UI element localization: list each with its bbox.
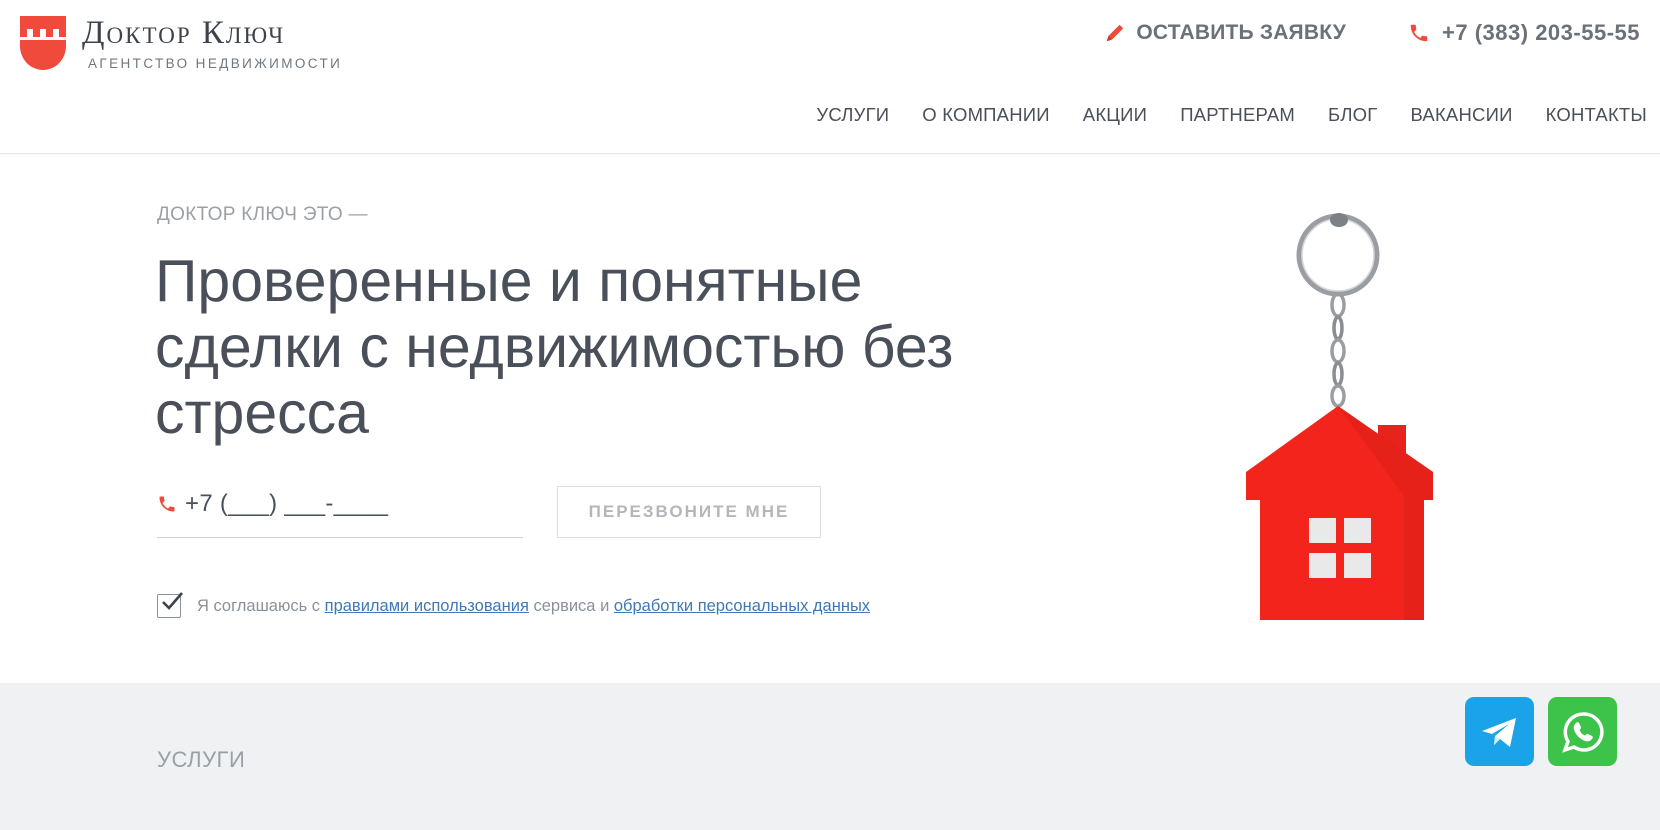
checkmark-icon <box>162 592 183 610</box>
consent-prefix: Я соглашаюсь с <box>197 596 325 615</box>
logo-link[interactable]: Доктор Ключ АГЕНТСТВО НЕДВИЖИМОСТИ <box>20 16 342 71</box>
hero-kicker: ДОКТОР КЛЮЧ ЭТО — <box>157 204 368 225</box>
nav-item-blog[interactable]: БЛОГ <box>1328 104 1378 126</box>
nav-item-vacancies[interactable]: ВАКАНСИИ <box>1410 104 1512 126</box>
header-phone-number: +7 (383) 203-55-55 <box>1442 20 1640 45</box>
header-phone-link[interactable]: +7 (383) 203-55-55 <box>1408 20 1640 46</box>
whatsapp-icon <box>1561 711 1604 753</box>
nav-item-services[interactable]: УСЛУГИ <box>816 104 889 126</box>
callback-button[interactable]: ПЕРЕЗВОНИТЕ МНЕ <box>557 486 821 538</box>
site-header: Доктор Ключ АГЕНТСТВО НЕДВИЖИМОСТИ ОСТАВ… <box>0 0 1660 154</box>
telegram-icon <box>1481 717 1516 747</box>
callback-phone-field <box>157 490 523 538</box>
whatsapp-button[interactable] <box>1548 697 1617 766</box>
pencil-icon <box>1107 24 1124 42</box>
header-actions: ОСТАВИТЬ ЗАЯВКУ +7 (383) 203-55-55 <box>1104 16 1640 50</box>
nav-item-about[interactable]: О КОМПАНИИ <box>922 104 1050 126</box>
leave-request-label: ОСТАВИТЬ ЗАЯВКУ <box>1136 21 1347 44</box>
terms-link[interactable]: правилами использования <box>325 597 529 616</box>
house-keychain-image <box>1246 213 1433 620</box>
leave-request-link[interactable]: ОСТАВИТЬ ЗАЯВКУ <box>1104 21 1346 45</box>
services-heading: УСЛУГИ <box>157 747 246 772</box>
phone-input[interactable] <box>185 490 505 518</box>
consent-row: Я соглашаюсь с правилами использования с… <box>157 592 870 618</box>
personal-data-link[interactable]: обработки персональных данных <box>614 597 870 616</box>
telegram-button[interactable] <box>1465 697 1534 766</box>
nav-item-contacts[interactable]: КОНТАКТЫ <box>1546 104 1647 126</box>
nav-item-promotions[interactable]: АКЦИИ <box>1083 104 1147 126</box>
phone-icon <box>1410 24 1428 42</box>
phone-icon <box>159 496 175 512</box>
hero-title: Проверенные и понятные сделки с недвижим… <box>155 248 954 446</box>
logo-text: Доктор Ключ АГЕНТСТВО НЕДВИЖИМОСТИ <box>82 16 342 71</box>
nav-item-partners[interactable]: ПАРТНЕРАМ <box>1180 104 1295 126</box>
consent-middle: сервиса и <box>528 596 614 615</box>
logo-tagline: АГЕНТСТВО НЕДВИЖИМОСТИ <box>88 56 343 71</box>
consent-checkbox[interactable] <box>157 592 183 618</box>
services-section <box>0 683 1660 830</box>
logo-title: Доктор Ключ <box>82 15 286 51</box>
logo-mark-icon <box>20 16 66 70</box>
main-nav: УСЛУГИ О КОМПАНИИ АКЦИИ ПАРТНЕРАМ БЛОГ В… <box>783 104 1647 126</box>
